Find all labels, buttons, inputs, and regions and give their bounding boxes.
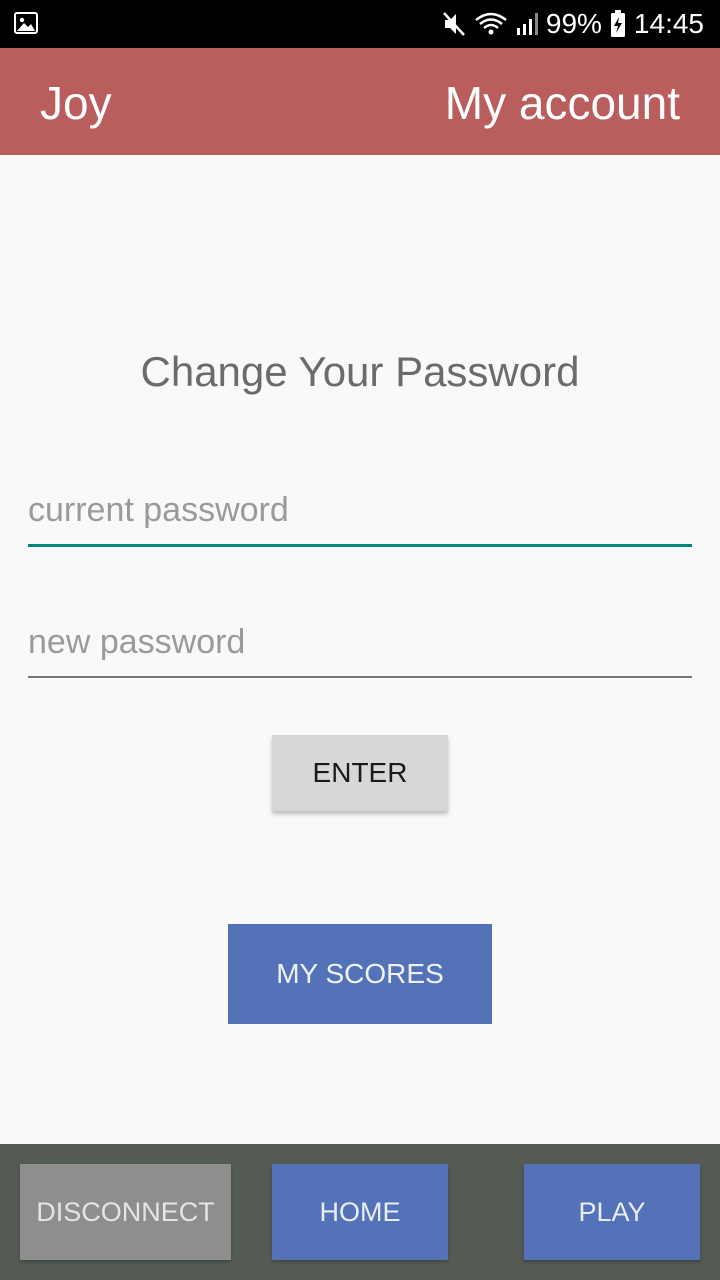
my-scores-button[interactable]: MY SCORES (228, 924, 492, 1024)
battery-percent: 99% (545, 8, 602, 39)
app-title: Joy (40, 77, 112, 129)
play-button[interactable]: PLAY (524, 1164, 700, 1260)
home-button[interactable]: HOME (272, 1164, 448, 1260)
wifi-icon (475, 12, 507, 35)
enter-button[interactable]: ENTER (272, 735, 448, 811)
signal-icon (516, 13, 538, 35)
clock: 14:45 (633, 8, 704, 39)
battery-charging-icon (610, 10, 625, 37)
new-password-field[interactable] (28, 614, 692, 678)
my-account-link[interactable]: My account (445, 76, 680, 130)
page-title: Change Your Password (140, 348, 580, 395)
app-bar: Joy My account (0, 48, 720, 155)
bottom-nav: DISCONNECT HOME PLAY (0, 1144, 720, 1280)
disconnect-button[interactable]: DISCONNECT (20, 1164, 231, 1260)
mute-icon (442, 12, 465, 36)
status-bar: 99% 14:45 (0, 0, 720, 48)
gallery-icon (14, 12, 38, 34)
current-password-field[interactable] (28, 482, 692, 547)
